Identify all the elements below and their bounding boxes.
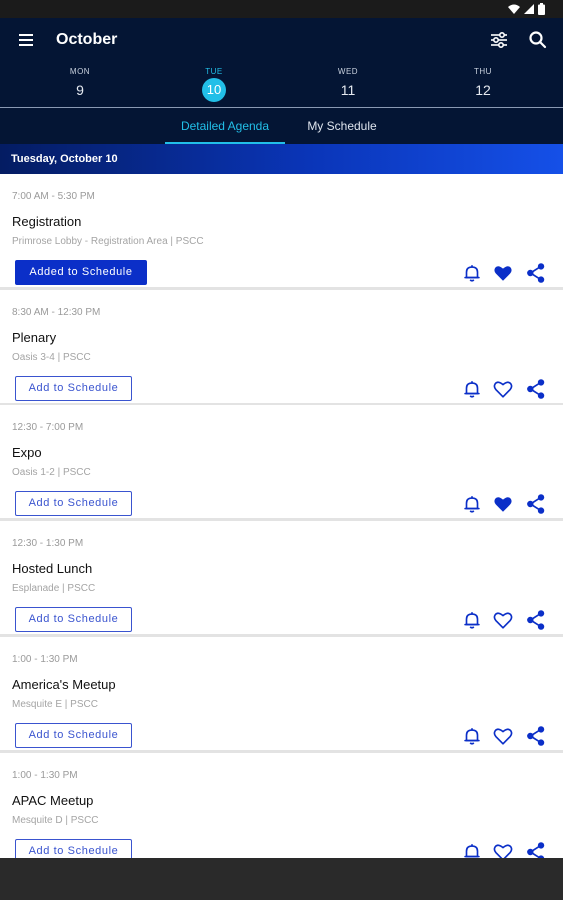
event-time: 8:30 AM - 12:30 PM bbox=[12, 306, 101, 318]
tab-bar: Detailed Agenda My Schedule bbox=[0, 108, 563, 144]
event-time: 12:30 - 7:00 PM bbox=[12, 422, 84, 434]
bell-icon[interactable] bbox=[461, 493, 483, 515]
event-location: Mesquite D | PSCC bbox=[12, 814, 99, 826]
agenda-card[interactable]: 8:30 AM - 12:30 PM Plenary Oasis 3-4 | PSC… bbox=[0, 289, 563, 406]
share-icon[interactable] bbox=[525, 493, 547, 515]
add-to-schedule-button[interactable]: Add to Schedule bbox=[15, 375, 132, 401]
event-location: Oasis 1-2 | PSCC bbox=[12, 467, 91, 479]
bell-icon[interactable] bbox=[461, 262, 483, 284]
event-actions bbox=[461, 609, 553, 631]
event-location: Esplanade | PSCC bbox=[12, 583, 96, 595]
event-time: 1:00 - 1:30 PM bbox=[12, 769, 78, 781]
day-thu[interactable]: THU 12 bbox=[443, 66, 523, 102]
event-time: 7:00 AM - 5:30 PM bbox=[12, 191, 95, 202]
event-title: America's Meetup bbox=[12, 676, 116, 692]
agenda-card[interactable]: 1:00 - 1:30 PM APAC Meetup Mesquite D | PS… bbox=[0, 752, 563, 858]
status-bar bbox=[0, 0, 563, 18]
add-to-schedule-button[interactable]: Add to Schedule bbox=[15, 722, 132, 748]
day-number: 9 bbox=[76, 82, 84, 98]
event-actions bbox=[461, 378, 553, 400]
app-bar: October MON 9 TUE 10 WED 11 THU 12 Detai… bbox=[0, 18, 563, 144]
event-location: Primrose Lobby - Registration Area | PSC… bbox=[12, 236, 204, 247]
day-selector: MON 9 TUE 10 WED 11 THU 12 bbox=[0, 66, 563, 108]
agenda-card[interactable]: 1:00 - 1:30 PM America's Meetup Mesquite E… bbox=[0, 636, 563, 753]
heart-outline-icon[interactable] bbox=[492, 725, 514, 747]
filter-icon[interactable] bbox=[487, 28, 511, 52]
day-label: TUE bbox=[205, 67, 223, 76]
day-mon[interactable]: MON 9 bbox=[40, 66, 120, 102]
signal-icon bbox=[524, 4, 534, 14]
day-number: 10 bbox=[202, 78, 226, 102]
add-to-schedule-button[interactable]: Add to Schedule bbox=[15, 838, 132, 858]
date-header: Tuesday, October 10 bbox=[0, 144, 563, 174]
bell-icon[interactable] bbox=[461, 609, 483, 631]
day-label: THU bbox=[474, 67, 492, 76]
heart-filled-icon[interactable] bbox=[492, 262, 514, 284]
bell-icon[interactable] bbox=[461, 378, 483, 400]
event-actions bbox=[461, 841, 553, 858]
search-icon[interactable] bbox=[526, 28, 550, 52]
bell-icon[interactable] bbox=[461, 725, 483, 747]
agenda-card[interactable]: 12:30 - 1:30 PM Hosted Lunch Esplanade | P… bbox=[0, 521, 563, 638]
day-tue[interactable]: TUE 10 bbox=[174, 66, 254, 102]
event-title: Plenary bbox=[12, 329, 57, 345]
event-actions bbox=[461, 262, 553, 284]
day-label: MON bbox=[69, 67, 91, 76]
event-actions bbox=[461, 493, 553, 515]
day-number: 12 bbox=[475, 82, 491, 98]
event-title: Registration bbox=[12, 214, 82, 229]
agenda-card[interactable]: 7:00 AM - 5:30 PM Registration Primrose Lo… bbox=[0, 174, 563, 290]
day-label: WED bbox=[337, 67, 359, 76]
event-title: APAC Meetup bbox=[12, 792, 94, 808]
share-icon[interactable] bbox=[525, 609, 547, 631]
heart-outline-icon[interactable] bbox=[492, 841, 514, 858]
heart-filled-icon[interactable] bbox=[492, 493, 514, 515]
wifi-icon bbox=[508, 4, 520, 14]
heart-outline-icon[interactable] bbox=[492, 609, 514, 631]
add-to-schedule-button[interactable]: Add to Schedule bbox=[15, 607, 132, 633]
share-icon[interactable] bbox=[525, 262, 547, 284]
event-title: Hosted Lunch bbox=[12, 561, 93, 577]
page-title: October bbox=[56, 31, 118, 48]
tab-my-schedule[interactable]: My Schedule bbox=[298, 108, 386, 144]
agenda-card[interactable]: 12:30 - 7:00 PM Expo Oasis 1-2 | PSCC Add t… bbox=[0, 405, 563, 522]
event-location: Oasis 3-4 | PSCC bbox=[12, 351, 91, 363]
tab-detailed-agenda[interactable]: Detailed Agenda bbox=[165, 108, 285, 144]
navigation-bar bbox=[0, 858, 563, 900]
bell-icon[interactable] bbox=[461, 841, 483, 858]
event-time: 12:30 - 1:30 PM bbox=[12, 538, 84, 550]
menu-icon[interactable] bbox=[14, 28, 38, 52]
battery-icon bbox=[538, 3, 545, 15]
day-number: 11 bbox=[340, 82, 356, 98]
added-to-schedule-button[interactable]: Added to Schedule bbox=[15, 260, 147, 285]
share-icon[interactable] bbox=[525, 841, 547, 858]
heart-outline-icon[interactable] bbox=[492, 378, 514, 400]
share-icon[interactable] bbox=[525, 378, 547, 400]
add-to-schedule-button[interactable]: Add to Schedule bbox=[15, 491, 132, 517]
event-title: Expo bbox=[12, 445, 42, 461]
agenda-list[interactable]: 7:00 AM - 5:30 PM Registration Primrose Lo… bbox=[0, 174, 563, 858]
share-icon[interactable] bbox=[525, 725, 547, 747]
event-time: 1:00 - 1:30 PM bbox=[12, 653, 78, 665]
day-wed[interactable]: WED 11 bbox=[308, 66, 388, 102]
event-location: Mesquite E | PSCC bbox=[12, 698, 98, 710]
event-actions bbox=[461, 725, 553, 747]
